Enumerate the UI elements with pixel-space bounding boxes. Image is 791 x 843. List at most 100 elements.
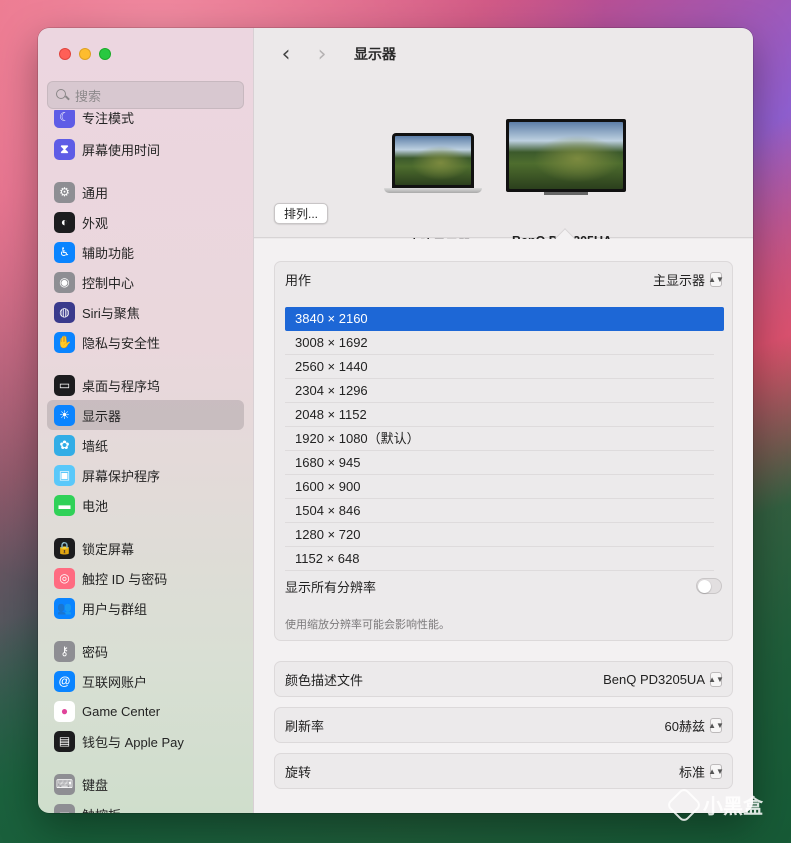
sidebar-item-label: 锁定屏幕 (82, 541, 135, 557)
wallet-icon: ▤ (54, 730, 75, 752)
wallpaper-preview (395, 136, 471, 185)
sidebar-item-label: 外观 (82, 215, 109, 231)
updown-chevron-icon: ▲▼ (708, 764, 724, 779)
zoom-button[interactable] (99, 48, 111, 60)
sidebar-item[interactable]: ▤ 钱包与 Apple Pay (47, 726, 244, 756)
sidebar-list: ☾ 专注模式 ⧗ 屏幕使用时间 ⚙ 通用 ◐ 外观 ♿ 辅助功能 ◉ 控制中心 ◍ Siri与聚焦 ✋ 隐私与… (47, 110, 244, 813)
resolution-option[interactable]: 1280 × 720 (285, 523, 714, 547)
watermark-logo-icon (665, 786, 703, 823)
sidebar-item-label: 墙纸 (82, 438, 109, 454)
display-arrangement: 排列... 内建显示器 BenQ PD3205UA (254, 80, 753, 252)
minimize-button[interactable] (79, 48, 91, 60)
flower-icon: ✿ (54, 434, 75, 456)
back-button[interactable]: ‹ (274, 42, 298, 67)
resolution-panel: 用作 主显示器 ▲▼ 3840 × 2160 3008 × 1692 2560 × … (274, 261, 733, 641)
hourglass-icon: ⧗ (54, 138, 75, 160)
sidebar-item[interactable]: ⚷ 密码 (47, 636, 244, 666)
toolbar: ‹ › 显示器 (254, 28, 753, 80)
sidebar-item[interactable]: ▬ 电池 (47, 490, 244, 520)
sidebar-item[interactable]: ● Game Center (47, 696, 244, 726)
sidebar-item-label: 互联网账户 (82, 674, 148, 690)
refresh-rate-panel: 刷新率 60赫兹 ▲▼ (274, 707, 733, 743)
sidebar-item[interactable]: ▣ 屏幕保护程序 (47, 460, 244, 490)
resolution-option[interactable]: 2560 × 1440 (285, 355, 714, 379)
sidebar-item-label: 通用 (82, 185, 109, 201)
sidebar-item[interactable]: ◐ 外观 (47, 207, 244, 237)
external-display-thumbnail[interactable] (506, 119, 626, 195)
close-button[interactable] (59, 48, 71, 60)
resolution-option[interactable]: 2304 × 1296 (285, 379, 714, 403)
sun-icon: ☀ (54, 404, 75, 426)
sidebar-item[interactable]: ◍ Siri与聚焦 (47, 297, 244, 327)
main-pane: ‹ › 显示器 排列... 内建显示器 BenQ PD3205UA 用作 (254, 28, 753, 813)
users-icon: 👥 (54, 597, 75, 619)
watermark: 小黑盒 (665, 786, 763, 823)
sidebar-item[interactable]: ◉ 控制中心 (47, 267, 244, 297)
sidebar-item[interactable]: ⚙ 通用 (47, 177, 244, 207)
window-controls (59, 48, 111, 60)
accessibility-icon: ♿ (54, 241, 75, 263)
resolution-option[interactable]: 3840 × 2160 (285, 307, 724, 331)
dock-icon: ▭ (54, 374, 75, 396)
use-as-popup[interactable]: 主显示器 ▲▼ (653, 270, 724, 289)
color-profile-popup[interactable]: BenQ PD3205UA ▲▼ (603, 672, 724, 687)
updown-chevron-icon: ▲▼ (708, 271, 724, 287)
sidebar-item[interactable]: ◎ 触控 ID 与密码 (47, 563, 244, 593)
sidebar-item-label: 隐私与安全性 (82, 335, 161, 351)
wallpaper-preview (509, 122, 623, 189)
sidebar-item[interactable]: @ 互联网账户 (47, 666, 244, 696)
refresh-rate-popup[interactable]: 60赫兹 ▲▼ (665, 716, 724, 735)
resolution-option[interactable]: 1152 × 648 (285, 547, 714, 571)
sidebar-item-label: 屏幕使用时间 (82, 142, 161, 158)
sidebar-item-label: 触控板 (82, 805, 121, 814)
search-icon (56, 88, 69, 102)
sidebar-item-label: Siri与聚焦 (82, 305, 140, 321)
sidebar: 搜索 ☾ 专注模式 ⧗ 屏幕使用时间 ⚙ 通用 ◐ 外观 ♿ 辅助功能 ◉ 控制中心 ◍ Siri与聚焦 ✋… (38, 28, 254, 813)
sidebar-item[interactable]: ▭ 桌面与程序坞 (47, 370, 244, 400)
battery-icon: ▬ (54, 494, 75, 516)
sidebar-item[interactable]: ☀ 显示器 (47, 400, 244, 430)
sidebar-item[interactable]: ♿ 辅助功能 (47, 237, 244, 267)
sidebar-item[interactable]: 👥 用户与群组 (47, 593, 244, 623)
show-all-toggle[interactable] (696, 578, 722, 594)
settings-window: 搜索 ☾ 专注模式 ⧗ 屏幕使用时间 ⚙ 通用 ◐ 外观 ♿ 辅助功能 ◉ 控制中心 ◍ Siri与聚焦 ✋… (38, 28, 753, 813)
sidebar-item[interactable]: ▭ 触控板 (47, 799, 244, 813)
show-all-row: 显示所有分辨率 (275, 574, 732, 598)
sidebar-item-label: 屏幕保护程序 (82, 468, 161, 484)
sidebar-item-label: 辅助功能 (82, 245, 135, 261)
trackpad-icon: ▭ (54, 803, 75, 813)
forward-button[interactable]: › (310, 42, 334, 67)
fingerprint-icon: ◎ (54, 567, 75, 589)
sidebar-item-label: 钱包与 Apple Pay (82, 734, 184, 750)
builtin-display-thumbnail[interactable] (384, 133, 482, 193)
page-title: 显示器 (354, 46, 396, 62)
performance-note: 使用缩放分辨率可能会影响性能。 (285, 619, 450, 631)
resolution-option[interactable]: 1680 × 945 (285, 451, 714, 475)
refresh-rate-label: 刷新率 (285, 719, 325, 734)
resolution-option[interactable]: 1920 × 1080（默认） (285, 427, 714, 451)
sidebar-item[interactable]: ✿ 墙纸 (47, 430, 244, 460)
sidebar-item[interactable]: ✋ 隐私与安全性 (47, 327, 244, 357)
resolution-option[interactable]: 1600 × 900 (285, 475, 714, 499)
color-profile-label: 颜色描述文件 (285, 673, 364, 688)
arrange-button[interactable]: 排列... (274, 203, 328, 224)
sidebar-item[interactable]: ☾ 专注模式 (47, 110, 244, 132)
resolution-option[interactable]: 1504 × 846 (285, 499, 714, 523)
search-placeholder: 搜索 (75, 88, 102, 104)
rotation-popup[interactable]: 标准 ▲▼ (679, 762, 724, 781)
color-profile-panel: 颜色描述文件 BenQ PD3205UA ▲▼ (274, 661, 733, 697)
sidebar-item[interactable]: ⧗ 屏幕使用时间 (47, 134, 244, 164)
updown-chevron-icon: ▲▼ (708, 672, 724, 687)
use-as-row: 用作 主显示器 ▲▼ (275, 262, 732, 296)
sidebar-item-label: 键盘 (82, 777, 109, 793)
sidebar-item-label: 专注模式 (82, 110, 135, 126)
siri-icon: ◍ (54, 301, 75, 323)
resolution-list: 3840 × 2160 3008 × 1692 2560 × 1440 2304 × … (285, 307, 724, 571)
resolution-option[interactable]: 3008 × 1692 (285, 331, 714, 355)
resolution-option[interactable]: 2048 × 1152 (285, 403, 714, 427)
sidebar-item-label: 桌面与程序坞 (82, 378, 161, 394)
sidebar-item-label: Game Center (82, 703, 161, 719)
search-field[interactable]: 搜索 (47, 81, 244, 109)
sidebar-item[interactable]: ⌨ 键盘 (47, 769, 244, 799)
sidebar-item[interactable]: 🔒 锁定屏幕 (47, 533, 244, 563)
